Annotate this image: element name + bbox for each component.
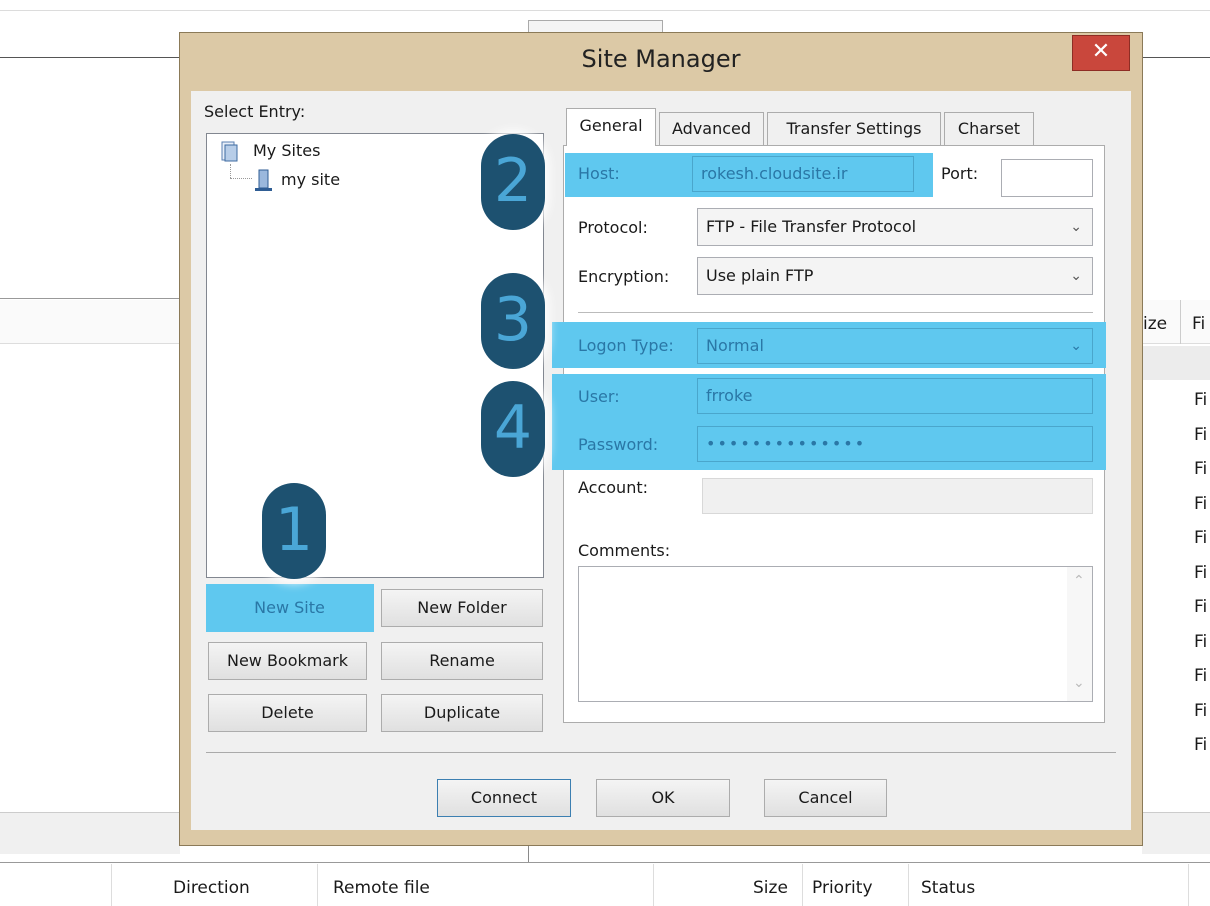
port-input[interactable] xyxy=(1001,159,1093,197)
password-input[interactable]: •••••••••••••• xyxy=(697,426,1093,462)
close-icon: ✕ xyxy=(1091,39,1111,64)
queue-sep-5 xyxy=(908,864,909,906)
bottom-separator xyxy=(206,752,1116,753)
account-input[interactable] xyxy=(702,478,1093,514)
logon-type-value: Normal xyxy=(706,336,764,355)
site-manager-dialog: Site Manager ✕ Select Entry: My Sites my… xyxy=(180,33,1142,845)
queue-col-priority[interactable]: Priority xyxy=(812,878,873,898)
connect-button[interactable]: Connect xyxy=(437,779,571,817)
host-input[interactable]: rokesh.cloudsite.ir xyxy=(692,156,914,192)
bg-file-row-type[interactable]: Fi xyxy=(1194,597,1207,617)
duplicate-button[interactable]: Duplicate xyxy=(381,694,543,732)
bg-file-row-type[interactable]: Fi xyxy=(1194,666,1207,686)
bg-column-size[interactable]: ize xyxy=(1143,314,1167,334)
bg-divider-queue xyxy=(0,862,1210,863)
bg-list-header-left xyxy=(0,300,180,344)
annotation-badge-2: 2 xyxy=(481,134,545,230)
tab-transfer-settings[interactable]: Transfer Settings xyxy=(767,112,941,146)
user-input[interactable]: frroke xyxy=(697,378,1093,414)
bg-divider-center xyxy=(528,845,529,862)
cancel-button[interactable]: Cancel xyxy=(764,779,887,817)
bg-file-row-type[interactable]: Fi xyxy=(1194,528,1207,548)
delete-button[interactable]: Delete xyxy=(208,694,367,732)
rename-button[interactable]: Rename xyxy=(381,642,543,680)
queue-sep-6 xyxy=(1188,864,1189,906)
dialog-titlebar[interactable]: Site Manager ✕ xyxy=(180,33,1142,93)
encryption-select[interactable]: Use plain FTP ⌄ xyxy=(697,257,1093,295)
bg-column-separator xyxy=(1180,300,1181,344)
chevron-down-icon: ⌄ xyxy=(1070,219,1082,235)
encryption-label: Encryption: xyxy=(578,267,670,286)
bg-top-tab xyxy=(528,20,663,34)
bg-file-row-type[interactable]: Fi xyxy=(1194,390,1207,410)
new-bookmark-button[interactable]: New Bookmark xyxy=(208,642,367,680)
folder-icon xyxy=(221,141,238,162)
annotation-badge-1: 1 xyxy=(262,483,326,579)
bg-file-row-type[interactable]: Fi xyxy=(1194,425,1207,445)
queue-col-status[interactable]: Status xyxy=(921,878,975,898)
scroll-up-icon[interactable]: ⌃ xyxy=(1073,573,1085,589)
comments-textarea[interactable] xyxy=(578,566,1093,702)
queue-sep-4 xyxy=(802,864,803,906)
new-site-label: New Site xyxy=(254,598,325,617)
protocol-value: FTP - File Transfer Protocol xyxy=(706,217,917,236)
dialog-title: Site Manager xyxy=(581,45,741,73)
separator xyxy=(578,312,1093,313)
queue-sep-2 xyxy=(317,864,318,906)
protocol-select[interactable]: FTP - File Transfer Protocol ⌄ xyxy=(697,208,1093,246)
queue-col-size[interactable]: Size xyxy=(753,878,788,898)
bg-divider-mid xyxy=(0,298,180,299)
queue-sep-1 xyxy=(111,864,112,906)
tree-connector xyxy=(230,164,231,178)
host-label: Host: xyxy=(578,164,620,183)
bg-file-row-type[interactable]: Fi xyxy=(1194,494,1207,514)
comments-scrollbar[interactable]: ⌃ ⌄ xyxy=(1067,567,1092,701)
close-button[interactable]: ✕ xyxy=(1072,35,1130,71)
bg-divider-upper xyxy=(0,57,180,58)
bg-status-strip-right xyxy=(1142,812,1210,854)
logon-type-select[interactable]: Normal ⌄ xyxy=(697,328,1093,364)
tab-general[interactable]: General xyxy=(566,108,656,146)
server-icon xyxy=(255,169,272,191)
bg-file-row-type[interactable]: Fi xyxy=(1194,632,1207,652)
chevron-down-icon: ⌄ xyxy=(1070,268,1082,284)
scroll-down-icon[interactable]: ⌄ xyxy=(1073,675,1085,691)
queue-col-remote-file[interactable]: Remote file xyxy=(333,878,430,898)
select-entry-label: Select Entry: xyxy=(204,102,306,121)
tab-charset[interactable]: Charset xyxy=(944,112,1034,146)
password-label: Password: xyxy=(578,435,659,454)
tree-child-label: my site xyxy=(281,170,341,189)
bg-divider-upper-right xyxy=(1142,57,1210,58)
new-site-button[interactable]: New Site xyxy=(211,589,368,627)
new-folder-button[interactable]: New Folder xyxy=(381,589,543,627)
bg-file-row-type[interactable]: Fi xyxy=(1194,563,1207,583)
queue-col-direction[interactable]: Direction xyxy=(173,878,250,898)
user-label: User: xyxy=(578,387,620,406)
port-label: Port: xyxy=(941,164,979,183)
dialog-client-area: Select Entry: My Sites my site New Site … xyxy=(191,91,1131,830)
comments-label: Comments: xyxy=(578,541,671,560)
encryption-value: Use plain FTP xyxy=(706,266,814,285)
bg-list-row-highlight xyxy=(1142,346,1210,380)
annotation-badge-4: 4 xyxy=(481,381,545,477)
bg-file-row-type[interactable]: Fi xyxy=(1194,701,1207,721)
logon-type-label: Logon Type: xyxy=(578,336,674,355)
bg-divider-top xyxy=(0,10,1210,11)
protocol-label: Protocol: xyxy=(578,218,648,237)
annotation-badge-3: 3 xyxy=(481,273,545,369)
queue-header: Direction Remote file Size Priority Stat… xyxy=(0,864,1210,906)
tree-root-label: My Sites xyxy=(253,141,321,160)
chevron-down-icon: ⌄ xyxy=(1070,338,1082,354)
bg-file-row-type[interactable]: Fi xyxy=(1194,735,1207,755)
tree-connector-h xyxy=(230,178,252,179)
account-label: Account: xyxy=(578,478,648,497)
general-tab-panel: Host: rokesh.cloudsite.ir Port: Protocol… xyxy=(552,145,1106,723)
queue-sep-3 xyxy=(653,864,654,906)
bg-status-strip xyxy=(0,812,180,854)
bg-file-row-type[interactable]: Fi xyxy=(1194,459,1207,479)
bg-column-filetype[interactable]: Fi xyxy=(1192,314,1205,334)
ok-button[interactable]: OK xyxy=(596,779,730,817)
tab-advanced[interactable]: Advanced xyxy=(659,112,764,146)
